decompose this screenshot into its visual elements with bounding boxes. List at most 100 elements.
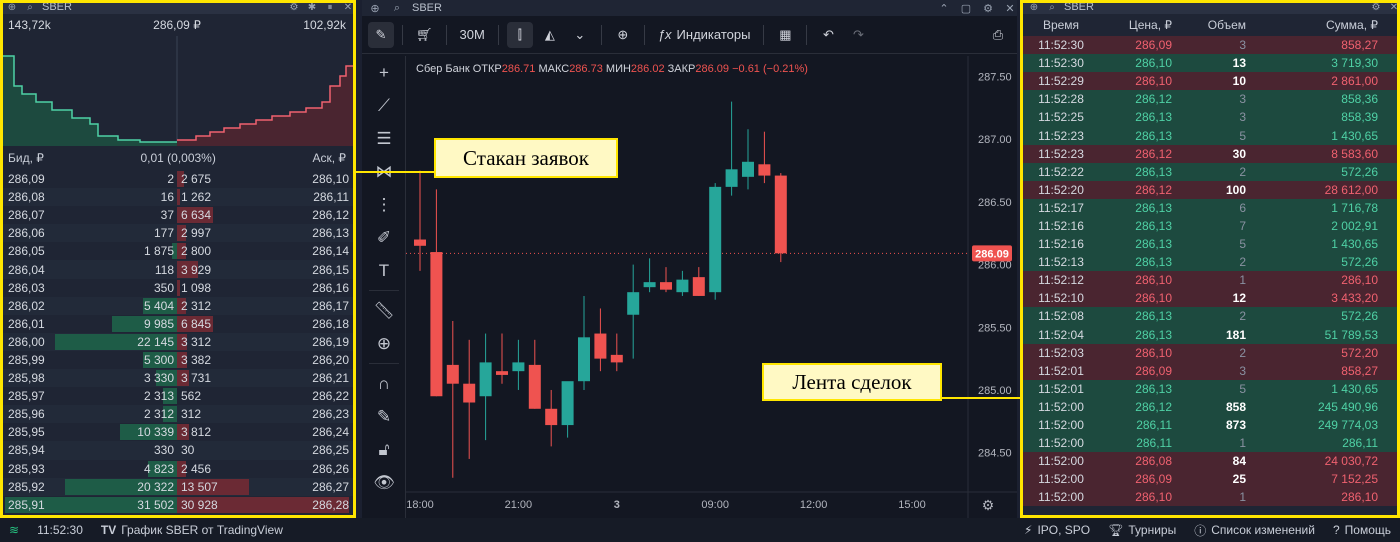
crosshair-icon[interactable]: + (362, 56, 406, 89)
settings-icon[interactable]: ⚙ (981, 2, 995, 15)
bid-price[interactable]: 285,92 (8, 480, 45, 494)
trade-row[interactable]: 11:52:29 286,10 10 2 861,00 (1022, 72, 1400, 91)
changelog-link[interactable]: ⓘ Список изменений (1185, 522, 1324, 539)
ask-price[interactable]: 286,15 (312, 263, 349, 277)
order-book-row[interactable]: 285,96 2 312 312 286,23 (0, 405, 354, 424)
ask-price[interactable]: 286,12 (312, 208, 349, 222)
connection-status[interactable]: ≋ (0, 523, 28, 537)
trade-row[interactable]: 11:52:00 286,09 25 7 152,25 (1022, 470, 1400, 489)
bid-price[interactable]: 285,98 (8, 371, 45, 385)
trade-row[interactable]: 11:52:16 286,13 7 2 002,91 (1022, 216, 1400, 236)
tournaments-link[interactable]: 🏆︎ Турниры (1099, 523, 1185, 537)
chevron-down-icon[interactable]: ⌄ (567, 22, 593, 48)
ask-price[interactable]: 286,11 (313, 190, 349, 204)
order-book-row[interactable]: 286,07 37 6 634 286,12 (0, 206, 354, 224)
pause-icon[interactable]: ⏸ (324, 2, 336, 13)
order-book-row[interactable]: 285,92 20 322 13 507 286,27 (0, 477, 354, 496)
bid-price[interactable]: 286,05 (8, 244, 45, 258)
bid-price[interactable]: 286,09 (8, 172, 45, 186)
maximize-icon[interactable]: ▢ (959, 2, 973, 15)
trade-row[interactable]: 11:52:28 286,12 3 858,36 (1022, 90, 1400, 109)
order-book-row[interactable]: 285,94 330 30 286,25 (0, 441, 354, 460)
horizontal-lines-icon[interactable]: ☰ (362, 122, 406, 155)
settings-icon[interactable]: ⚙ (288, 2, 300, 13)
camera-icon[interactable]: ⎙ (985, 22, 1011, 48)
bid-price[interactable]: 285,96 (8, 407, 45, 421)
search-icon[interactable]: ⌕ (24, 2, 36, 13)
order-book-row[interactable]: 286,04 118 3 929 286,15 (0, 260, 354, 279)
order-book-row[interactable]: 285,97 2 313 562 286,22 (0, 387, 354, 405)
trade-row[interactable]: 11:52:00 286,11 873 249 774,03 (1022, 415, 1400, 435)
ask-price[interactable]: 286,19 (312, 335, 349, 349)
ipo-link[interactable]: ⚡︎ IPO, SPO (1015, 523, 1099, 537)
layout-grid-icon[interactable]: ▦ (772, 22, 798, 48)
bid-price[interactable]: 286,02 (8, 299, 45, 313)
bid-price[interactable]: 285,94 (8, 443, 45, 457)
trade-row[interactable]: 11:52:13 286,13 2 572,26 (1022, 253, 1400, 272)
undo-icon[interactable]: ↶ (815, 22, 841, 48)
trade-row[interactable]: 11:52:00 286,08 84 24 030,72 (1022, 452, 1400, 471)
bid-price[interactable]: 286,00 (8, 335, 45, 349)
trade-row[interactable]: 11:52:12 286,10 1 286,10 (1022, 271, 1400, 290)
pencil-icon[interactable]: ✎ (368, 21, 394, 48)
ask-price[interactable]: 286,24 (312, 425, 349, 439)
collapse-icon[interactable]: ⌃ (937, 2, 951, 15)
chart-settings-icon[interactable]: ⚙ (982, 497, 995, 513)
ask-price[interactable]: 286,17 (312, 299, 349, 313)
settings-icon[interactable]: ⚙ (1370, 2, 1382, 13)
trade-row[interactable]: 11:52:01 286,09 3 858,27 (1022, 361, 1400, 380)
magnet-icon[interactable]: ∩ (362, 367, 406, 400)
lock-icon[interactable]: 🔓︎ (362, 433, 406, 466)
order-book-row[interactable]: 286,08 16 1 262 286,11 (0, 188, 354, 207)
bid-price[interactable]: 286,06 (8, 226, 45, 240)
ask-price[interactable]: 286,22 (312, 389, 349, 403)
ask-price[interactable]: 286,20 (312, 353, 349, 367)
bid-price[interactable]: 286,08 (8, 190, 45, 204)
bid-price[interactable]: 286,03 (8, 281, 45, 295)
ask-price[interactable]: 286,27 (312, 480, 349, 494)
trade-row[interactable]: 11:52:03 286,10 2 572,20 (1022, 343, 1400, 362)
bid-price[interactable]: 285,93 (8, 462, 45, 476)
ask-price[interactable]: 286,25 (312, 443, 349, 457)
trade-row[interactable]: 11:52:30 286,10 13 3 719,30 (1022, 54, 1400, 73)
text-icon[interactable]: T (362, 254, 406, 287)
trade-row[interactable]: 11:52:25 286,13 3 858,39 (1022, 108, 1400, 127)
fib-icon[interactable]: ⋮ (362, 188, 406, 221)
close-icon[interactable]: ✕ (1003, 2, 1017, 15)
help-link[interactable]: ? Помощь (1324, 523, 1400, 537)
add-icon[interactable]: ⊕ (1028, 2, 1040, 13)
chart-ticker[interactable]: SBER (412, 2, 442, 14)
trade-row[interactable]: 11:52:08 286,13 2 572,26 (1022, 307, 1400, 326)
trade-row[interactable]: 11:52:23 286,13 5 1 430,65 (1022, 126, 1400, 145)
add-icon[interactable]: ⊕ (6, 2, 18, 13)
cart-icon[interactable]: 🛒︎ (411, 22, 438, 48)
order-book-row[interactable]: 285,93 4 823 2 456 286,26 (0, 460, 354, 478)
bid-price[interactable]: 285,91 (8, 498, 45, 512)
trade-row[interactable]: 11:52:30 286,09 3 858,27 (1022, 36, 1400, 55)
tradingview-credit[interactable]: TV График SBER от TradingView (92, 523, 292, 537)
bid-price[interactable]: 286,04 (8, 263, 45, 277)
order-book-row[interactable]: 286,06 177 2 997 286,13 (0, 224, 354, 243)
order-book-row[interactable]: 286,09 2 2 675 286,10 (0, 170, 354, 188)
ask-price[interactable]: 286,21 (312, 371, 349, 385)
order-book-row[interactable]: 285,98 3 330 3 731 286,21 (0, 369, 354, 388)
gear-icon[interactable]: ✱ (306, 2, 318, 13)
order-book-row[interactable]: 286,05 1 875 2 800 286,14 (0, 242, 354, 260)
close-icon[interactable]: ✕ (342, 2, 354, 13)
zoom-in-icon[interactable]: ⊕ (362, 327, 406, 360)
ask-price[interactable]: 286,10 (312, 172, 349, 186)
order-book-row[interactable]: 286,01 9 985 6 845 286,18 (0, 315, 354, 333)
order-book-row[interactable]: 286,00 22 145 3 312 286,19 (0, 332, 354, 351)
ask-price[interactable]: 286,26 (312, 462, 349, 476)
eye-icon[interactable]: 👁︎ (362, 466, 406, 499)
candlestick-chart[interactable]: 287.50 287.00 286.50 286.00 285.50 285.00 284.… (406, 56, 1017, 518)
indicators-button[interactable]: ƒx Индикаторы (653, 22, 756, 48)
order-book-ticker[interactable]: SBER (42, 1, 72, 13)
bid-price[interactable]: 286,01 (8, 317, 45, 331)
candles-icon[interactable]: ⫿ (506, 21, 533, 48)
add-icon[interactable]: ⊕ (368, 2, 382, 15)
order-book-row[interactable]: 286,02 5 404 2 312 286,17 (0, 296, 354, 315)
ask-price[interactable]: 286,14 (312, 244, 349, 258)
trade-row[interactable]: 11:52:16 286,13 5 1 430,65 (1022, 235, 1400, 254)
ruler-icon[interactable]: 📏︎ (362, 294, 406, 327)
